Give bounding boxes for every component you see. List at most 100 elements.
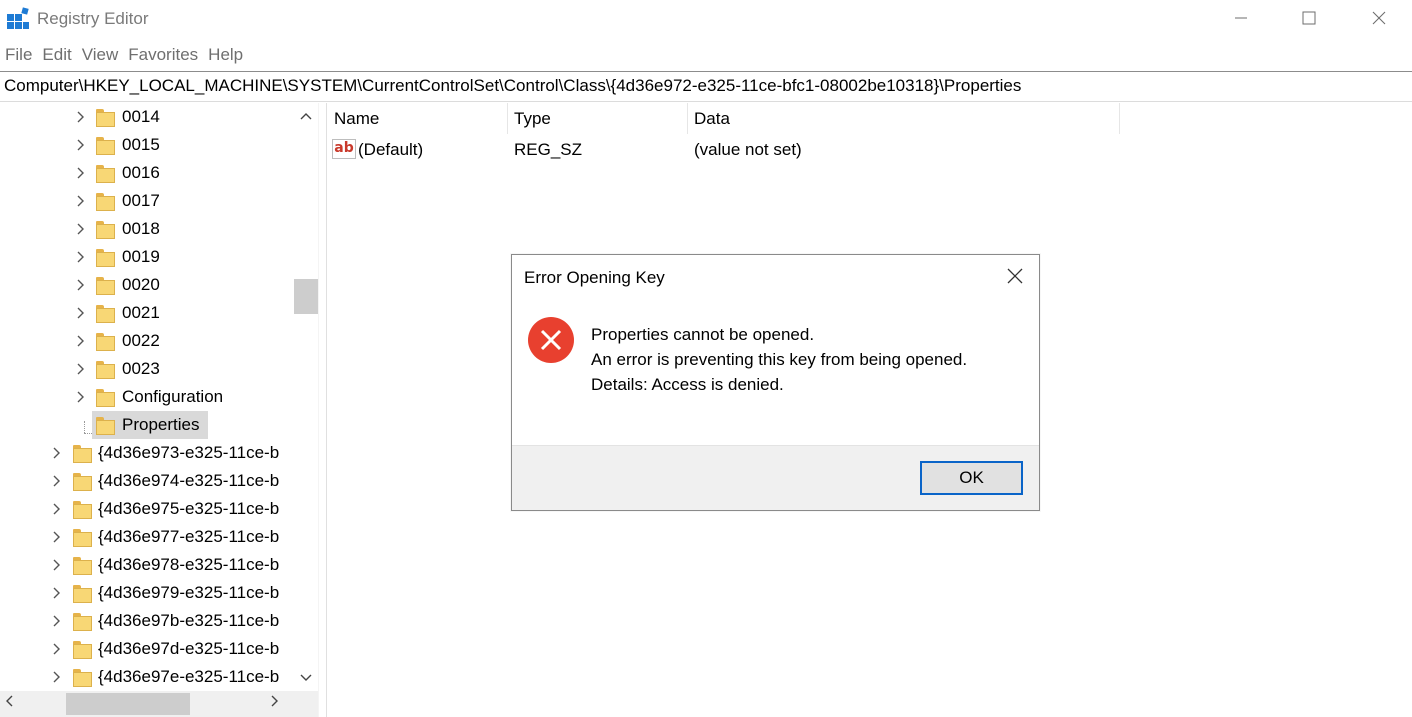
tree-node[interactable]: {4d36e975-e325-11ce-b: [0, 495, 294, 523]
expand-chevron[interactable]: [50, 551, 64, 579]
menu-edit[interactable]: Edit: [37, 42, 76, 68]
menu-view[interactable]: View: [77, 42, 124, 68]
value-type: REG_SZ: [514, 140, 583, 159]
chevron-left-icon: [6, 695, 13, 707]
tree-node[interactable]: {4d36e97d-e325-11ce-b: [0, 635, 294, 663]
menu-file[interactable]: File: [0, 42, 37, 68]
folder-icon: [96, 137, 115, 155]
chevron-right-icon: [53, 671, 60, 683]
dialog-footer: OK: [512, 445, 1039, 510]
tree-node[interactable]: 0014: [0, 103, 294, 131]
expand-chevron[interactable]: [74, 131, 88, 159]
tree-node-label: {4d36e97d-e325-11ce-b: [98, 639, 280, 658]
tree-node[interactable]: {4d36e978-e325-11ce-b: [0, 551, 294, 579]
tree-vertical-scrollbar[interactable]: [294, 103, 318, 691]
address-bar[interactable]: Computer\HKEY_LOCAL_MACHINE\SYSTEM\Curre…: [0, 71, 1412, 102]
expand-chevron[interactable]: [74, 215, 88, 243]
chevron-right-icon: [53, 475, 60, 487]
menu-favorites[interactable]: Favorites: [123, 42, 203, 68]
tree-node-label: {4d36e973-e325-11ce-b: [98, 443, 280, 462]
chevron-right-icon: [53, 615, 60, 627]
tree-node-label: {4d36e97e-e325-11ce-b: [98, 667, 280, 686]
tree-node[interactable]: {4d36e97b-e325-11ce-b: [0, 607, 294, 635]
tree-node[interactable]: 0021: [0, 299, 294, 327]
chevron-right-icon: [77, 195, 84, 207]
title-bar: Registry Editor: [0, 0, 1412, 38]
scroll-down-button[interactable]: [294, 667, 318, 687]
scroll-thumb[interactable]: [294, 279, 318, 314]
close-window-button[interactable]: [1356, 0, 1402, 36]
folder-icon: [96, 249, 115, 267]
chevron-right-icon: [77, 223, 84, 235]
pane-splitter[interactable]: [318, 103, 327, 717]
menu-help[interactable]: Help: [203, 42, 248, 68]
address-path[interactable]: Computer\HKEY_LOCAL_MACHINE\SYSTEM\Curre…: [4, 76, 1021, 96]
expand-chevron[interactable]: [74, 103, 88, 131]
expand-chevron[interactable]: [50, 663, 64, 691]
expand-chevron[interactable]: [50, 607, 64, 635]
chevron-down-icon: [300, 674, 312, 681]
expand-chevron[interactable]: [50, 439, 64, 467]
folder-icon: [96, 417, 115, 435]
expand-chevron[interactable]: [74, 299, 88, 327]
tree-node-label: Properties: [122, 415, 200, 434]
expand-chevron[interactable]: [74, 355, 88, 383]
tree-node-label: 0018: [122, 219, 160, 238]
tree-node[interactable]: 0020: [0, 271, 294, 299]
expand-chevron[interactable]: [74, 187, 88, 215]
expand-chevron[interactable]: [74, 243, 88, 271]
column-header-type[interactable]: Type: [508, 103, 688, 134]
tree-node[interactable]: {4d36e97e-e325-11ce-b: [0, 663, 294, 691]
tree-node[interactable]: {4d36e977-e325-11ce-b: [0, 523, 294, 551]
window-title: Registry Editor: [37, 9, 149, 28]
horizontal-scroll-thumb[interactable]: [66, 693, 190, 715]
tree-horizontal-scrollbar[interactable]: [0, 691, 294, 717]
chevron-up-icon: [300, 113, 312, 120]
tree-node[interactable]: {4d36e973-e325-11ce-b: [0, 439, 294, 467]
minimize-button[interactable]: [1218, 0, 1264, 36]
scroll-up-button[interactable]: [294, 107, 318, 127]
tree-node[interactable]: 0016: [0, 159, 294, 187]
scroll-left-button[interactable]: [4, 694, 16, 711]
tree-node[interactable]: 0017: [0, 187, 294, 215]
tree-node[interactable]: {4d36e979-e325-11ce-b: [0, 579, 294, 607]
dialog-title: Error Opening Key: [524, 268, 665, 287]
tree-node-label: 0023: [122, 359, 160, 378]
tree-node[interactable]: Properties: [0, 411, 294, 439]
folder-icon: [96, 305, 115, 323]
expand-chevron[interactable]: [50, 467, 64, 495]
tree-node[interactable]: 0023: [0, 355, 294, 383]
value-name: (Default): [358, 140, 424, 159]
expand-chevron[interactable]: [50, 495, 64, 523]
key-tree: 0014 0015 0016 0017 0018 0019 0020 0021 0022 0023…: [0, 103, 318, 717]
chevron-right-icon: [77, 111, 84, 123]
chevron-right-icon: [53, 447, 60, 459]
tree-node[interactable]: 0018: [0, 215, 294, 243]
folder-icon: [73, 445, 92, 463]
expand-chevron[interactable]: [74, 271, 88, 299]
column-header-data[interactable]: Data: [688, 103, 1120, 134]
error-icon: [528, 317, 574, 363]
chevron-right-icon: [77, 335, 84, 347]
ok-button[interactable]: OK: [920, 461, 1023, 495]
expand-chevron[interactable]: [50, 635, 64, 663]
column-header-name[interactable]: Name: [328, 103, 508, 134]
expand-chevron[interactable]: [74, 159, 88, 187]
tree-node[interactable]: 0022: [0, 327, 294, 355]
scroll-right-button[interactable]: [268, 694, 280, 711]
expand-chevron[interactable]: [74, 383, 88, 411]
tree-node[interactable]: 0019: [0, 243, 294, 271]
tree-node[interactable]: {4d36e974-e325-11ce-b: [0, 467, 294, 495]
maximize-button[interactable]: [1286, 0, 1332, 36]
minimize-icon: [1235, 17, 1247, 19]
tree-node[interactable]: Configuration: [0, 383, 294, 411]
expand-chevron[interactable]: [50, 523, 64, 551]
scrollbar-corner: [294, 691, 318, 717]
tree-node[interactable]: 0015: [0, 131, 294, 159]
folder-icon: [73, 529, 92, 547]
folder-icon: [96, 221, 115, 239]
value-row[interactable]: ab (Default) REG_SZ (value not set): [328, 135, 1120, 165]
expand-chevron[interactable]: [74, 327, 88, 355]
dialog-close-button[interactable]: [1000, 261, 1030, 291]
expand-chevron[interactable]: [50, 579, 64, 607]
